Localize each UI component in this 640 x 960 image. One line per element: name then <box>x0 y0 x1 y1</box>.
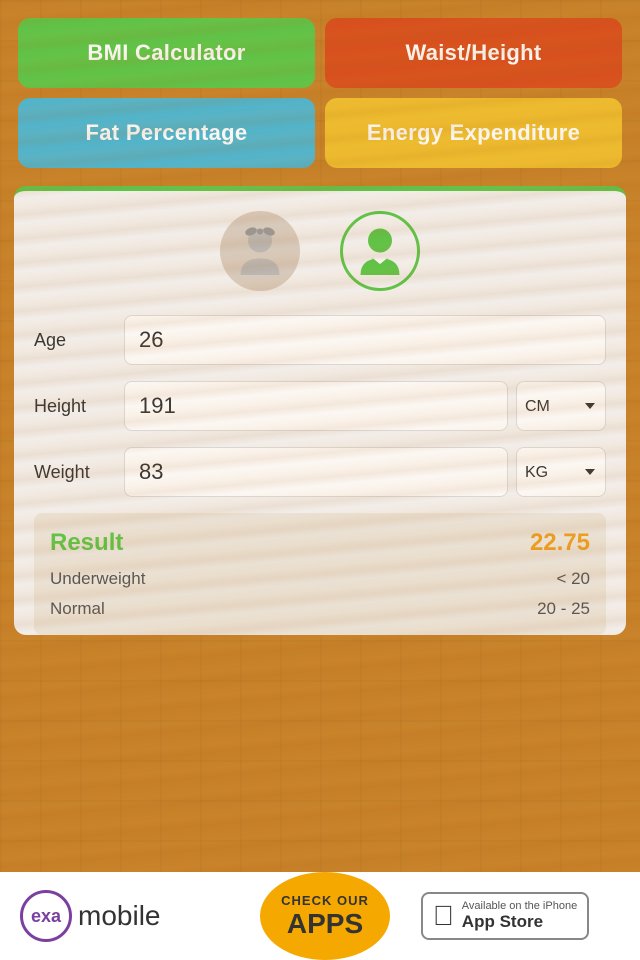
exa-circle-icon: exa <box>20 890 72 942</box>
normal-value: 20 - 25 <box>537 599 590 619</box>
fat-percentage-button[interactable]: Fat Percentage <box>18 98 315 168</box>
weight-label: Weight <box>34 462 124 483</box>
result-section: Result 22.75 Underweight < 20 Normal 20 … <box>34 513 606 635</box>
waist-height-button[interactable]: Waist/Height <box>325 18 622 88</box>
exa-circle-text: exa <box>31 906 61 927</box>
weight-field-row: Weight KG LB <box>34 447 606 497</box>
apps-label: APPS <box>287 908 363 940</box>
underweight-value: < 20 <box>556 569 590 589</box>
exa-logo[interactable]: exa mobile <box>0 890 270 942</box>
available-on-label: Available on the iPhone <box>462 900 577 912</box>
age-label: Age <box>34 330 124 351</box>
appstore-section[interactable]:  Available on the iPhone App Store <box>380 892 640 940</box>
mobile-text: mobile <box>78 900 160 932</box>
height-label: Height <box>34 396 124 417</box>
appstore-box[interactable]:  Available on the iPhone App Store <box>421 892 589 940</box>
female-avatar[interactable] <box>220 211 300 291</box>
result-row-underweight: Underweight < 20 <box>50 569 590 589</box>
height-unit-select[interactable]: CM IN <box>516 381 606 431</box>
check-apps-button[interactable]: CHECK OUR APPS <box>260 872 390 960</box>
height-input[interactable] <box>124 381 508 431</box>
underweight-label: Underweight <box>50 569 145 589</box>
age-input[interactable] <box>124 315 606 365</box>
footer: exa mobile CHECK OUR APPS  Available on… <box>0 872 640 960</box>
apple-icon:  <box>433 900 454 932</box>
top-nav: BMI Calculator Waist/Height Fat Percenta… <box>0 0 640 178</box>
main-calculator-card: Age Height CM IN Weight KG LB Result 22.… <box>14 186 626 635</box>
check-our-label: CHECK OUR <box>281 893 369 908</box>
normal-label: Normal <box>50 599 105 619</box>
height-field-row: Height CM IN <box>34 381 606 431</box>
age-field-row: Age <box>34 315 606 365</box>
bmi-calculator-button[interactable]: BMI Calculator <box>18 18 315 88</box>
weight-unit-select[interactable]: KG LB <box>516 447 606 497</box>
result-value: 22.75 <box>530 529 590 557</box>
result-header: Result 22.75 <box>50 529 590 557</box>
male-avatar[interactable] <box>340 211 420 291</box>
energy-expenditure-button[interactable]: Energy Expenditure <box>325 98 622 168</box>
result-row-normal: Normal 20 - 25 <box>50 599 590 619</box>
weight-input[interactable] <box>124 447 508 497</box>
appstore-text: Available on the iPhone App Store <box>462 900 577 932</box>
result-label: Result <box>50 529 123 557</box>
gender-row <box>34 211 606 291</box>
app-store-label: App Store <box>462 912 577 932</box>
